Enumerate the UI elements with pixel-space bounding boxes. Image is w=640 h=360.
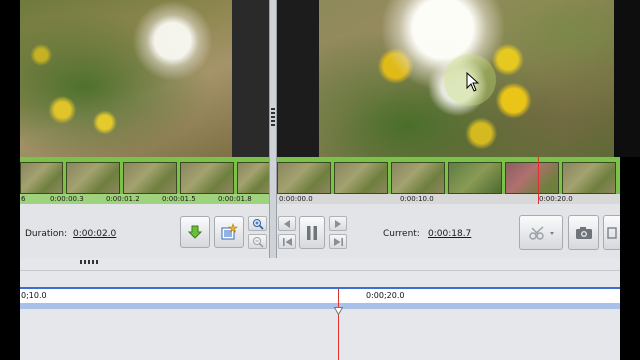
timeline-grip-icon[interactable] [80,260,100,264]
add-frame-icon [221,223,238,240]
scissors-icon [529,225,554,240]
ruler-tick-label: 0:00:01.8 [218,195,252,203]
ruler-tick-label: 0:00:10.0 [400,195,434,203]
preview-letterbox-right [277,0,319,157]
snapshot-button[interactable] [568,215,599,250]
set-marker-button[interactable] [180,216,210,248]
zoom-in-button[interactable] [248,216,267,231]
zoom-out-button[interactable] [248,234,267,249]
duration-label: Duration: [25,229,68,239]
ruler-tick-label: 0:00:20.0 [539,195,573,203]
step-back-button[interactable] [278,216,296,231]
clip-position-marker [538,157,539,204]
ruler-tick-label: 0:00:01.5 [162,195,196,203]
timeline-ruler[interactable]: 0;10.0 0:00;20.0 [20,289,620,303]
filmstrip-thumb [391,162,445,194]
step-forward-button[interactable] [329,216,347,231]
filmstrip-thumb [505,162,559,194]
filmstrip-thumb [277,162,331,194]
duration-value[interactable]: 0:00:02.0 [73,228,116,240]
trim-preview-video [20,0,232,157]
trim-filmstrip[interactable] [20,162,271,194]
left-black-bar [0,0,20,360]
zoom-in-icon [252,218,264,230]
timeline-tick-label: 0:00;20.0 [366,291,405,300]
timeline-tick-label: 0;10.0 [21,291,47,300]
skip-back-icon [282,237,292,246]
split-clip-button[interactable] [519,215,563,250]
skip-forward-icon [333,237,343,246]
filmstrip-thumb [66,162,120,194]
filmstrip-thumb [20,162,63,194]
ruler-tick-label: 0:00:00.0 [279,195,313,203]
go-to-end-button[interactable] [329,234,347,249]
preview-edge [614,0,640,157]
filmstrip-thumb [562,162,616,194]
arrow-down-icon [187,225,203,239]
ruler-tick-label: 6 [21,195,26,203]
step-back-icon [284,219,290,228]
ruler-tick-label: 0:00:01.2 [106,195,140,203]
timeline-divider [20,270,620,271]
more-tools-button[interactable] [603,215,620,250]
splitter-grip-icon[interactable] [271,108,275,128]
filmstrip-thumb [123,162,177,194]
zoom-out-icon [252,236,264,248]
current-time-value[interactable]: 0:00:18.7 [428,228,471,240]
panel-icon [607,226,617,239]
clip-ruler: 0:00:00.0 0:00:10.0 0:00:20.0 [277,194,620,204]
trim-ruler: 6 0:00:00.3 0:00:01.2 0:00:01.5 0:00:01.… [20,194,269,204]
timeline-area [20,258,620,360]
filmstrip-thumb [237,162,271,194]
camera-icon [575,226,592,239]
pause-icon [307,225,317,240]
filmstrip-thumb [180,162,234,194]
preview-splitter[interactable] [269,0,277,258]
filmstrip-thumb [448,162,502,194]
timeline-track-band [20,303,620,309]
playhead-handle-icon[interactable] [333,300,344,316]
filmstrip-thumb [334,162,388,194]
go-to-start-button[interactable] [278,234,296,249]
add-clip-button[interactable] [214,216,244,248]
pause-button[interactable] [299,216,325,249]
preview-letterbox-left [232,0,269,157]
ruler-tick-label: 0:00:00.3 [50,195,84,203]
step-forward-icon [335,219,341,228]
current-label: Current: [383,229,420,239]
clip-filmstrip[interactable] [277,162,620,194]
